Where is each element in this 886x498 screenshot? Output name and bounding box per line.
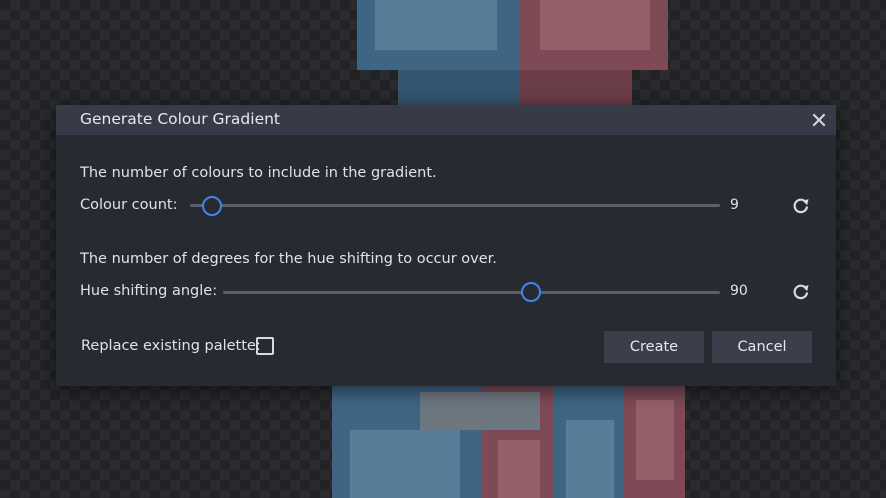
- model-block-neck-right: [520, 70, 632, 106]
- create-button[interactable]: Create: [604, 331, 704, 363]
- colour-count-description: The number of colours to include in the …: [80, 165, 437, 181]
- model-face-bottom-mid-right: [566, 420, 614, 498]
- model-face-bottom-right: [636, 400, 674, 480]
- hue-shift-slider-track[interactable]: [223, 291, 720, 294]
- close-icon[interactable]: [808, 109, 830, 131]
- model-face-top-right: [540, 0, 650, 50]
- replace-palette-checkbox[interactable]: [256, 337, 274, 355]
- model-face-top-left: [375, 0, 497, 50]
- model-face-bottom-left: [350, 430, 460, 498]
- hue-shift-reset-icon[interactable]: [791, 282, 811, 302]
- colour-count-slider-track[interactable]: [190, 204, 720, 207]
- hue-shift-value: 90: [730, 283, 748, 299]
- replace-palette-label: Replace existing palette:: [81, 338, 261, 354]
- hue-shift-label: Hue shifting angle:: [80, 283, 218, 299]
- hue-shift-slider-thumb[interactable]: [521, 282, 541, 302]
- hue-shift-description: The number of degrees for the hue shifti…: [80, 251, 497, 267]
- colour-count-value: 9: [730, 197, 739, 213]
- cancel-button[interactable]: Cancel: [712, 331, 812, 363]
- colour-count-reset-icon[interactable]: [791, 196, 811, 216]
- model-face-bottom-mid: [498, 440, 540, 498]
- generate-gradient-dialog: Generate Colour Gradient The number of c…: [56, 105, 836, 386]
- dialog-titlebar[interactable]: Generate Colour Gradient: [56, 105, 836, 135]
- model-block-neck-left: [398, 70, 520, 106]
- colour-count-label: Colour count:: [80, 197, 178, 213]
- colour-count-slider-thumb[interactable]: [202, 196, 222, 216]
- dialog-title: Generate Colour Gradient: [80, 110, 281, 128]
- model-face-bottom-top: [420, 392, 540, 430]
